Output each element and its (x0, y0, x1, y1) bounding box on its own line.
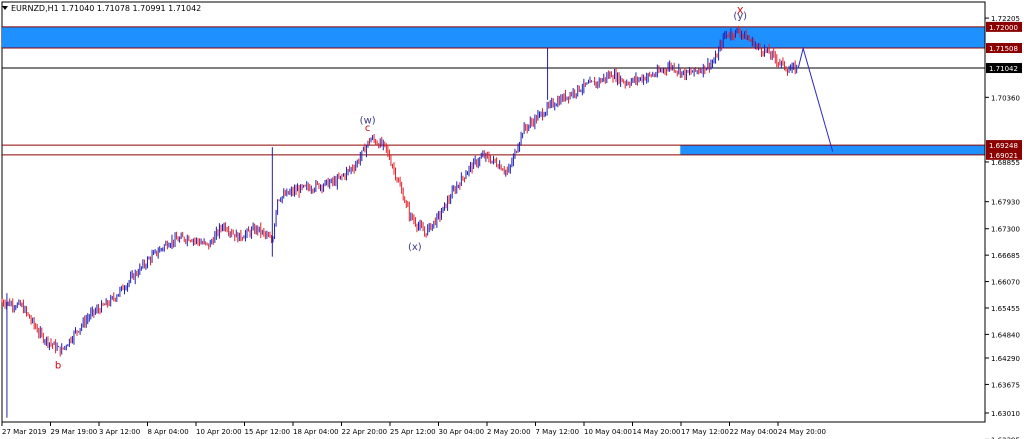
x-tick-label: 10 Apr 20:00 (196, 428, 242, 436)
zone-rect-0 (2, 26, 985, 49)
x-tick-label: 18 Apr 04:00 (293, 428, 339, 436)
y-tick-label: 1.63010 (991, 410, 1020, 418)
y-tick-label: 1.66070 (991, 279, 1020, 287)
price-badge-label: 1.72000 (989, 24, 1018, 32)
y-tick-label: 1.67300 (991, 226, 1020, 234)
x-tick-label: 8 Apr 04:00 (148, 428, 189, 436)
x-tick-label: 25 Apr 12:00 (390, 428, 436, 436)
y-tick-label: 1.68855 (991, 159, 1020, 167)
x-tick-label: 17 May 12:00 (681, 428, 729, 436)
y-tick-label: 1.64840 (991, 331, 1020, 339)
wave-label: (x) (408, 242, 422, 253)
chart-window[interactable]: b (w) c (x) X (y) 1.72205 1.70360 1.68855 1.67930… (0, 0, 1024, 439)
x-tick-label: 27 Mar 2019 (2, 428, 46, 436)
y-tick-label: 1.63675 (991, 381, 1020, 389)
x-tick-label: 7 May 12:00 (536, 428, 580, 436)
x-tick-label: 24 May 20:00 (778, 428, 826, 436)
y-tick-label: 1.64290 (991, 355, 1020, 363)
x-tick-label: 29 Mar 19:00 (51, 428, 98, 436)
y-tick-label: 1.66685 (991, 252, 1020, 260)
price-badge-label: 1.71508 (989, 45, 1018, 53)
wave-label: b (55, 360, 61, 371)
y-tick-label: 1.67930 (991, 199, 1020, 207)
y-tick-label: 1.65455 (991, 305, 1020, 313)
x-tick-label: 22 Apr 20:00 (342, 428, 388, 436)
price-badge-label: 1.71042 (989, 65, 1018, 73)
symbol-ohlc-label: EURNZD,H1 1.71040 1.71078 1.70991 1.7104… (11, 3, 202, 13)
y-tick-label: 1.70360 (991, 94, 1020, 102)
chart-header: EURNZD,H1 1.71040 1.71078 1.70991 1.7104… (2, 2, 201, 14)
x-tick-label: 22 May 04:00 (730, 428, 778, 436)
x-tick-label: 15 Apr 12:00 (245, 428, 291, 436)
x-tick-label: 3 Apr 12:00 (99, 428, 140, 436)
forecast-line[interactable] (797, 46, 834, 152)
wave-label: c (365, 123, 371, 134)
y-tick-label: 1.72205 (991, 15, 1020, 23)
x-tick-label: 10 May 04:00 (584, 428, 632, 436)
price-badge-label: 1.69021 (989, 152, 1018, 160)
x-tick-label: 14 May 20:00 (633, 428, 681, 436)
x-tick-label: 30 Apr 04:00 (439, 428, 485, 436)
wave-label: (y) (733, 11, 747, 22)
x-tick-label: 2 May 20:00 (487, 428, 531, 436)
dropdown-triangle-icon[interactable] (2, 6, 8, 10)
price-badge-label: 1.69248 (989, 142, 1018, 150)
plot-border (1, 1, 986, 423)
price-chart[interactable]: b(w)c(x)X(y) 1.722051.703601.688551.67930… (0, 0, 1024, 439)
